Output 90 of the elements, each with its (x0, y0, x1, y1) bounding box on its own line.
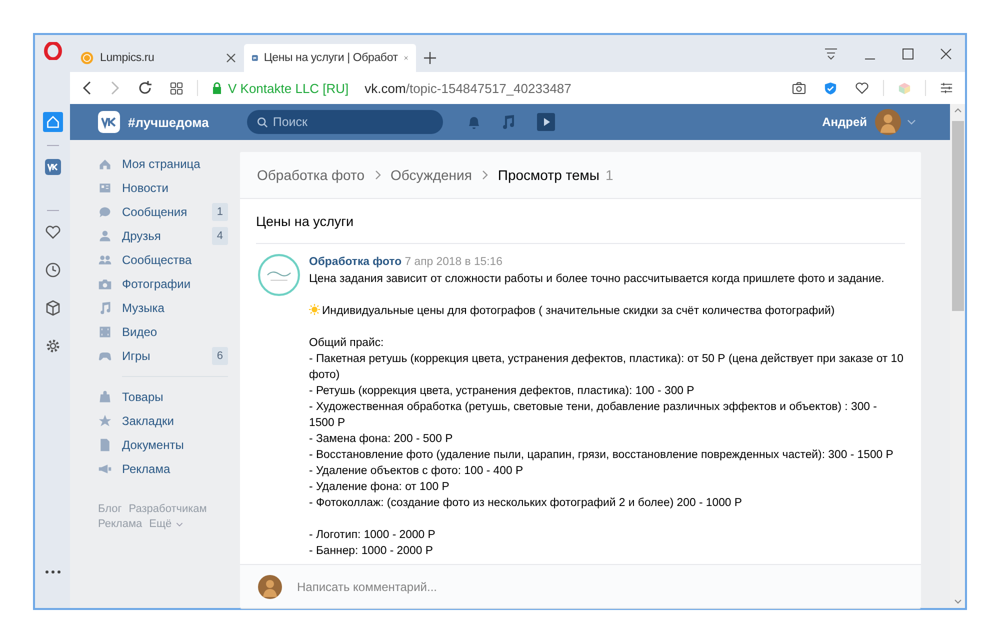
post-text: - Ретушь (коррекция цвета, устранения дефектов, пластика): 100 - 300 Р (309, 384, 696, 399)
post-text: - Художественная обработка (ретушь, световые тени, добавление различных эффектов и объектов) : 300 - 1500 Р (309, 400, 878, 431)
comment-bar[interactable]: Написать комментарий... (240, 564, 921, 608)
site-favicon-icon (80, 51, 94, 65)
play-icon[interactable] (534, 113, 555, 131)
tab-title: Lumpics.ru (100, 52, 156, 64)
post-text: Цена задания зависит от сложности работы и более точно рассчитывается когда пришлете фото и задание. (309, 272, 886, 287)
post-text: - Замена фона: 200 - 500 Р (309, 432, 454, 447)
menu-item[interactable]: Товары (98, 385, 228, 409)
count-badge: 4 (212, 227, 228, 245)
menu-icon (98, 229, 112, 243)
chevron-right-icon (374, 170, 381, 180)
avatar-icon (258, 574, 282, 598)
browser-tab[interactable]: Lumpics.ru (72, 44, 244, 72)
scroll-down-icon[interactable] (954, 599, 962, 604)
menu-item[interactable]: Сообщения 1 (98, 200, 228, 224)
menu-item[interactable]: Реклама (98, 457, 228, 481)
post-text: Общий прайс: (309, 336, 385, 351)
comment-field[interactable]: Написать комментарий... (295, 578, 903, 594)
count-badge: 6 (212, 347, 228, 365)
menu-item[interactable]: Моя страница (98, 152, 228, 176)
menu-icon (98, 277, 112, 291)
post-text: - Пакетная ретушь (коррекция цвета, устранения дефектов, пластика): от 50 Р (цена действует при заказе от 10 фото) (309, 352, 904, 383)
close-icon[interactable] (226, 53, 236, 63)
new-tab-icon[interactable] (424, 52, 436, 64)
tab-title: Цены на услуги | Обработ (264, 52, 398, 64)
menu-item[interactable]: Видео (98, 320, 228, 344)
menu-icon (98, 438, 112, 452)
sun-icon (309, 304, 320, 315)
tab-menu-icon[interactable] (824, 48, 838, 60)
topic-title: Цены на услуги (256, 199, 905, 244)
opera-logo-icon[interactable] (44, 42, 62, 60)
camera-icon[interactable] (792, 82, 806, 94)
breadcrumb-link[interactable]: Обсуждения (390, 167, 472, 183)
breadcrumb-link[interactable]: Просмотр темы (498, 167, 600, 183)
count-badge: 1 (212, 203, 228, 221)
scroll-up-icon[interactable] (954, 108, 962, 113)
close-icon[interactable] (404, 53, 408, 63)
post-text: - Баннер: 1000 - 2000 Р (309, 544, 434, 559)
heart-icon[interactable] (855, 81, 869, 95)
author-link[interactable]: Обработка фото (309, 256, 402, 268)
menu-icon (98, 414, 112, 428)
reload-icon[interactable] (138, 81, 152, 95)
menu-icon (98, 157, 112, 171)
menu-item[interactable]: Фотографии (98, 272, 228, 296)
post-text: - Удаление объектов с фото: 100 - 400 Р (309, 464, 524, 479)
post-text: - Удаление фона: от 100 Р (309, 480, 450, 495)
address-field[interactable]: vk.com/topic-154847517_40233487 (364, 80, 572, 96)
menu-icon (98, 325, 112, 339)
brand-hashtag[interactable]: #лучшедома (128, 114, 209, 130)
menu-item[interactable]: Друзья 4 (98, 224, 228, 248)
search-field[interactable]: Поиск (246, 110, 443, 134)
search-input[interactable]: Поиск (272, 115, 423, 129)
menu-item[interactable]: Новости (98, 176, 228, 200)
browser-tab[interactable]: Цены на услуги | Обработ (244, 44, 416, 72)
heart-icon[interactable] (44, 224, 60, 240)
post-count: 1 (605, 167, 614, 183)
menu-icon (98, 181, 112, 195)
menu-item[interactable]: Музыка (98, 296, 228, 320)
shield-icon[interactable] (824, 82, 837, 94)
menu-item[interactable]: Сообщества (98, 248, 228, 272)
user-name[interactable]: Андрей (822, 115, 867, 129)
post-text: Индивидуальные цены для фотографов ( значительные скидки за счёт количества фотографий) (309, 303, 905, 319)
menu-icon (98, 462, 112, 476)
settings-icon[interactable] (44, 338, 60, 354)
chevron-right-icon (482, 170, 488, 180)
vk-logo-icon[interactable] (98, 111, 120, 133)
search-icon (256, 116, 268, 128)
close-icon[interactable] (940, 48, 952, 60)
menu-item[interactable]: Документы (98, 433, 228, 457)
menu-icon (98, 253, 112, 267)
speed-dial-icon[interactable] (170, 82, 183, 94)
clock-icon[interactable] (44, 262, 60, 278)
more-icon[interactable] (44, 570, 60, 574)
post-text: - Восстановление фото (удаление пыли, царапин, грязи, восстановление поврежденных частей): 300 - 1500 Р (309, 448, 894, 463)
easy-setup-icon[interactable] (940, 82, 953, 94)
vk-icon[interactable] (44, 159, 60, 175)
post-text: - Фотоколлаж: (создание фото из нескольких фотографий 2 и более) 200 - 1000 Р (309, 496, 744, 511)
maximize-icon[interactable] (902, 48, 914, 60)
menu-item[interactable]: Игры 6 (98, 344, 228, 368)
menu-icon (98, 390, 112, 404)
home-icon[interactable] (42, 112, 62, 132)
menu-icon (98, 301, 112, 315)
cube-icon[interactable] (44, 300, 60, 316)
back-icon[interactable] (82, 81, 92, 95)
post-text: - Логотип: 1000 - 2000 Р (309, 528, 436, 543)
menu-icon (98, 205, 112, 219)
menu-item[interactable]: Закладки (98, 409, 228, 433)
breadcrumb-link[interactable]: Обработка фото (257, 167, 365, 183)
lock-icon (212, 82, 222, 94)
